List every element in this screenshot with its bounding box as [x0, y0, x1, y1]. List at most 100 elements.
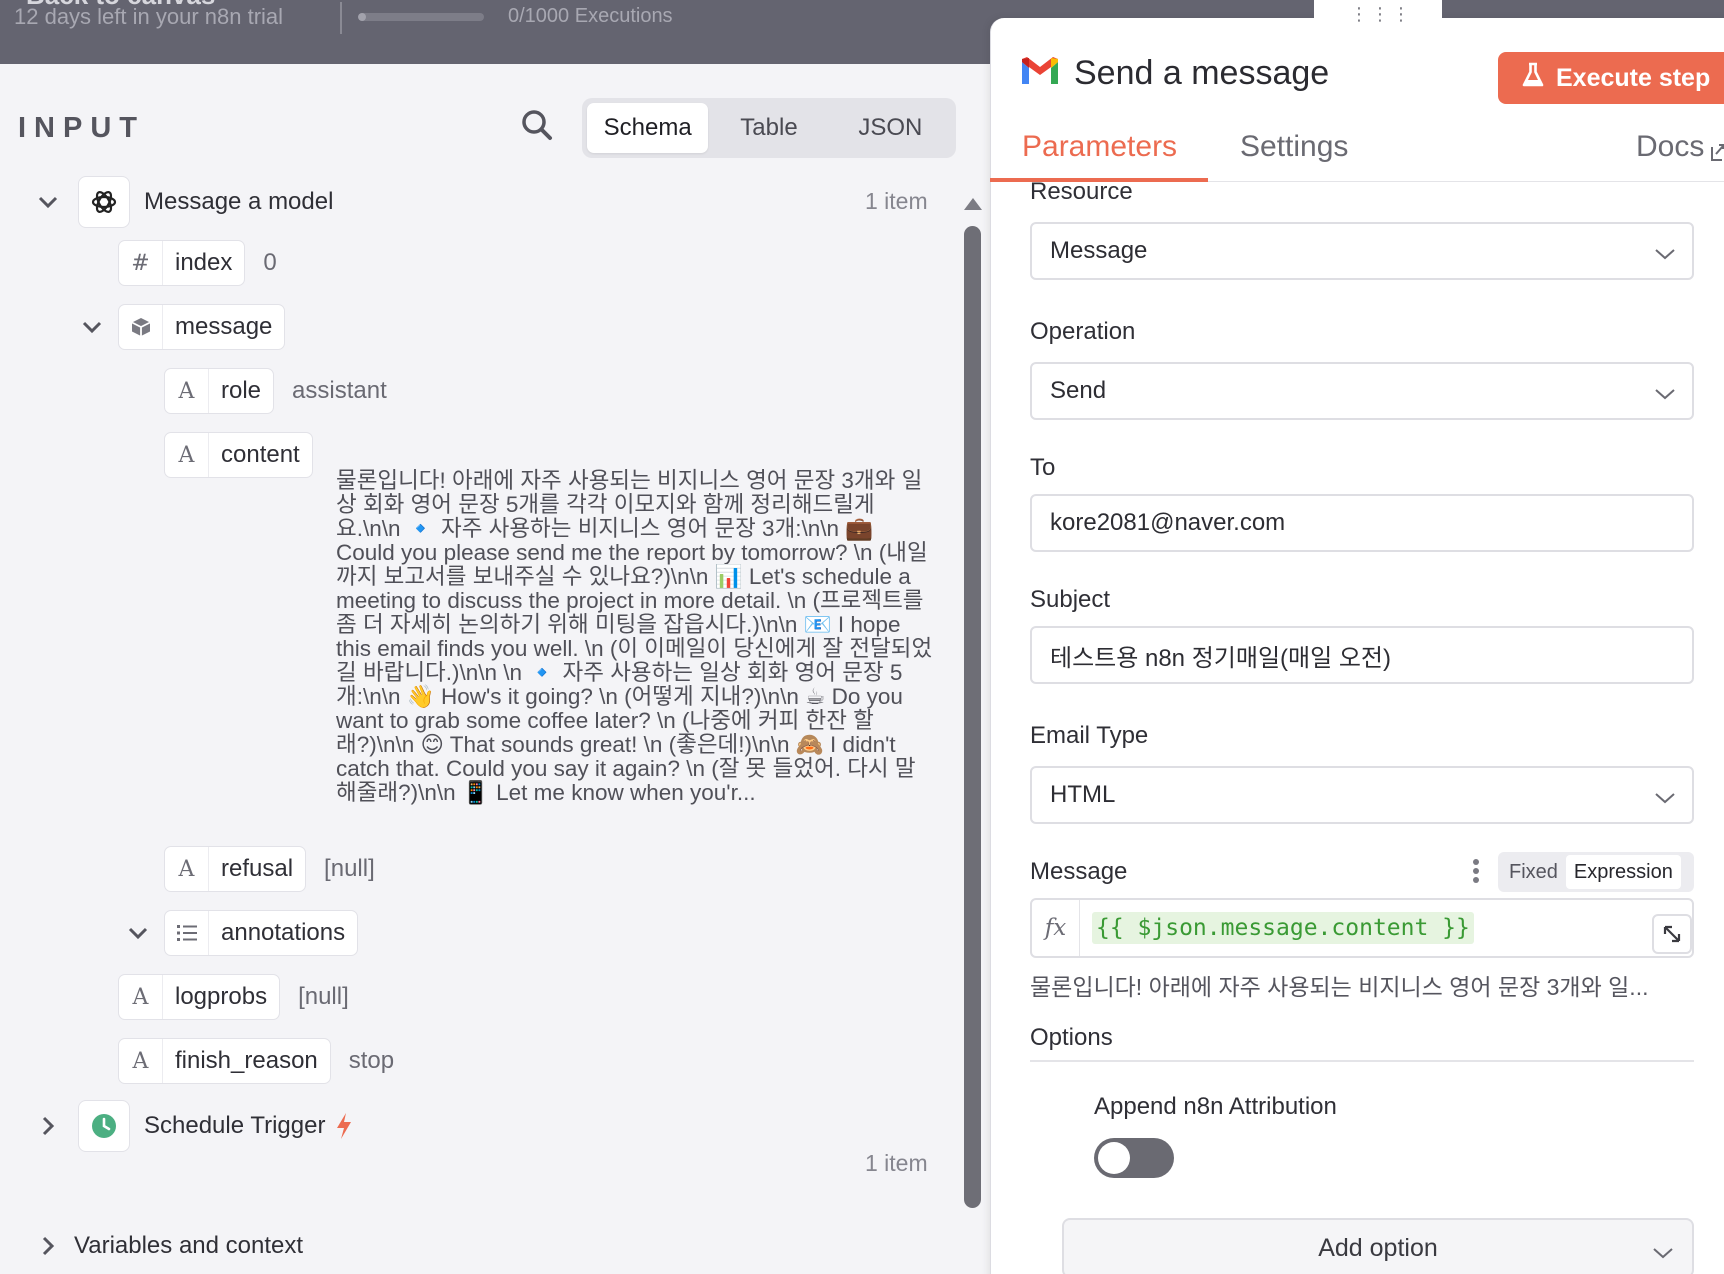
resource-value: Message	[1050, 237, 1148, 264]
email-type-label: Email Type	[1030, 722, 1149, 749]
chevron-down-icon	[1654, 380, 1676, 408]
field-pill[interactable]: A role	[164, 368, 275, 414]
to-value: kore2081@naver.com	[1050, 509, 1286, 536]
number-type-icon: #	[119, 241, 163, 285]
add-option-button[interactable]: Add option	[1062, 1218, 1694, 1274]
trial-notice: 12 days left in your n8n trial	[14, 4, 284, 29]
field-pill[interactable]: message	[118, 304, 286, 350]
message-label: Message	[1030, 858, 1128, 885]
chevron-down-icon[interactable]	[78, 313, 106, 341]
bolt-icon	[335, 1112, 353, 1140]
expression-preview: 물론입니다! 아래에 자주 사용되는 비지니스 영어 문장 3개와 일...	[1030, 974, 1649, 1000]
options-divider	[1030, 1060, 1694, 1062]
operation-label: Operation	[1030, 318, 1136, 345]
field-key: message	[175, 313, 273, 340]
scroll-up-arrow-icon[interactable]	[964, 198, 982, 210]
field-key: content	[221, 441, 300, 468]
message-expression-field[interactable]: fx {{ $json.message.content }}	[1030, 898, 1694, 958]
field-pill[interactable]: annotations	[164, 910, 359, 956]
content-value: 물론입니다! 아래에 자주 사용되는 비지니스 영어 문장 3개와 일상 회화 …	[336, 468, 933, 805]
gmail-icon	[1020, 56, 1060, 91]
field-finish-reason[interactable]: A finish_reason stop	[118, 1038, 394, 1084]
executions-count: 0/1000 Executions	[508, 5, 673, 27]
field-role[interactable]: A role assistant	[164, 368, 387, 414]
field-key: annotations	[221, 919, 346, 946]
options-label: Options	[1030, 1024, 1113, 1051]
append-attribution-label: Append n8n Attribution	[1094, 1093, 1337, 1120]
list-icon	[165, 911, 209, 955]
mode-fixed[interactable]: Fixed	[1501, 855, 1566, 889]
field-value: stop	[348, 1047, 395, 1074]
field-logprobs[interactable]: A logprobs [null]	[118, 974, 349, 1020]
email-type-value: HTML	[1050, 781, 1116, 808]
flask-icon	[1522, 62, 1544, 95]
field-pill[interactable]: A content	[164, 432, 313, 478]
fx-icon: fx	[1032, 900, 1080, 956]
box-icon	[119, 305, 163, 349]
field-refusal[interactable]: A refusal [null]	[164, 846, 375, 892]
node-label: Variables and context	[74, 1232, 304, 1259]
expand-editor-button[interactable]	[1652, 914, 1692, 954]
clock-icon	[78, 1100, 130, 1152]
field-pill[interactable]: A refusal	[164, 846, 307, 892]
input-pane: INPUT Schema Table JSON Message a model …	[0, 64, 990, 1274]
field-key: refusal	[221, 855, 294, 882]
item-count: 1 item	[865, 1150, 928, 1176]
node-title[interactable]: Send a message	[1074, 54, 1329, 93]
chevron-down-icon[interactable]	[124, 919, 152, 947]
fixed-expression-toggle: Fixed Expression	[1498, 852, 1694, 892]
more-vertical-icon[interactable]	[1472, 858, 1480, 889]
resource-select[interactable]: Message	[1030, 222, 1694, 280]
toggle-knob	[1098, 1142, 1130, 1174]
field-index[interactable]: # index 0	[118, 240, 277, 286]
executions-progress-bar	[358, 13, 484, 21]
tab-parameters[interactable]: Parameters	[1022, 130, 1177, 164]
execute-step-button[interactable]: Execute step	[1498, 52, 1724, 104]
subject-field[interactable]: 테스트용 n8n 정기매일(매일 오전)	[1030, 626, 1694, 684]
chevron-right-icon[interactable]	[34, 1232, 62, 1260]
field-key: index	[175, 249, 233, 276]
field-value: [null]	[298, 983, 349, 1010]
string-type-icon: A	[119, 1039, 163, 1083]
string-type-icon: A	[165, 847, 209, 891]
field-message[interactable]: message	[78, 304, 286, 350]
field-pill[interactable]: A logprobs	[118, 974, 281, 1020]
drag-handle-icon[interactable]: ⋮⋮⋮	[1350, 4, 1413, 25]
field-pill[interactable]: A finish_reason	[118, 1038, 331, 1084]
field-key: role	[221, 377, 262, 404]
operation-select[interactable]: Send	[1030, 362, 1694, 420]
mode-expression[interactable]: Expression	[1565, 855, 1681, 889]
to-label: To	[1030, 454, 1056, 481]
expression-code[interactable]: {{ $json.message.content }}	[1092, 912, 1474, 944]
node-label: Message a model	[144, 188, 334, 215]
to-field[interactable]: kore2081@naver.com	[1030, 494, 1694, 552]
chevron-right-icon[interactable]	[34, 1112, 62, 1140]
expand-icon	[1663, 925, 1681, 943]
openai-icon	[78, 176, 130, 228]
external-link-icon[interactable]	[1710, 142, 1724, 167]
subject-value: 테스트용 n8n 정기매일(매일 오전)	[1050, 644, 1391, 672]
node-variables-and-context[interactable]: Variables and context	[34, 1232, 303, 1260]
subject-label: Subject	[1030, 586, 1111, 613]
chevron-down-icon[interactable]	[34, 188, 62, 216]
field-key: logprobs	[175, 983, 268, 1010]
field-content[interactable]: A content	[164, 432, 313, 478]
divider	[340, 2, 342, 34]
chevron-down-icon	[1652, 1238, 1674, 1267]
email-type-select[interactable]: HTML	[1030, 766, 1694, 824]
string-type-icon: A	[165, 369, 209, 413]
resource-label: Resource	[1030, 178, 1133, 205]
field-annotations[interactable]: annotations	[124, 910, 359, 956]
tab-settings[interactable]: Settings	[1240, 130, 1348, 164]
append-attribution-toggle[interactable]	[1094, 1138, 1174, 1178]
field-pill[interactable]: # index	[118, 240, 246, 286]
field-value: [null]	[324, 855, 375, 882]
executions-progress-fill	[358, 13, 366, 21]
node-message-a-model[interactable]: Message a model	[34, 176, 333, 228]
tab-docs[interactable]: Docs	[1636, 130, 1704, 164]
scrollbar-thumb[interactable]	[964, 226, 981, 1208]
node-schedule-trigger[interactable]: Schedule Trigger	[34, 1100, 353, 1152]
item-count: 1 item	[865, 188, 928, 214]
string-type-icon: A	[165, 433, 209, 477]
string-type-icon: A	[119, 975, 163, 1019]
